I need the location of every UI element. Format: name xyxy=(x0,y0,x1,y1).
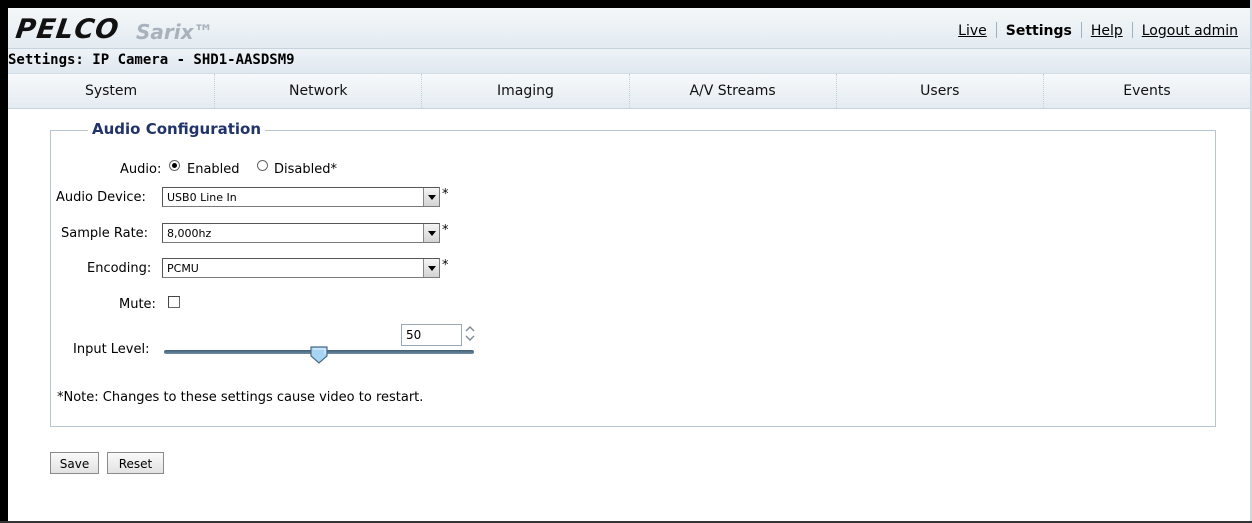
mute-checkbox[interactable] xyxy=(168,296,180,308)
window-frame-top xyxy=(0,0,1252,8)
encoding-label: Encoding: xyxy=(87,261,152,276)
nav-help-link[interactable]: Help xyxy=(1091,23,1123,39)
restart-note: *Note: Changes to these settings cause v… xyxy=(57,390,424,405)
sarix-logo: Sarix™ xyxy=(136,20,214,44)
save-button[interactable]: Save xyxy=(50,452,99,474)
audio-disabled-radio[interactable] xyxy=(257,160,268,171)
audio-label: Audio: xyxy=(120,162,162,177)
audio-enabled-radio[interactable] xyxy=(169,160,180,171)
input-level-field[interactable]: 50 xyxy=(401,324,462,346)
encoding-value: PCMU xyxy=(167,262,199,275)
app-header: PELCO Sarix™ Live Settings Help Logout admi… xyxy=(8,8,1250,48)
required-mark: * xyxy=(442,223,449,238)
sample-rate-select[interactable]: 8,000hz xyxy=(162,223,440,243)
input-level-value: 50 xyxy=(406,328,422,342)
audio-device-value: USB0 Line In xyxy=(167,191,237,204)
tab-av-streams[interactable]: A/V Streams xyxy=(630,74,837,108)
tab-imaging[interactable]: Imaging xyxy=(422,74,630,108)
tab-users[interactable]: Users xyxy=(837,74,1044,108)
nav-settings-link[interactable]: Settings xyxy=(1006,23,1072,39)
title-bar: Settings: IP Camera - SHD1-AASDSM9 xyxy=(8,48,1250,73)
tab-network[interactable]: Network xyxy=(215,74,423,108)
tab-events[interactable]: Events xyxy=(1044,74,1250,108)
chevron-down-icon[interactable] xyxy=(423,259,439,277)
reset-button[interactable]: Reset xyxy=(107,452,164,474)
nav-live-link[interactable]: Live xyxy=(958,23,987,39)
input-level-label: Input Level: xyxy=(73,342,150,357)
audio-disabled-label: Disabled* xyxy=(274,162,337,177)
mute-label: Mute: xyxy=(119,297,156,312)
encoding-select[interactable]: PCMU xyxy=(162,258,440,278)
nav-separator xyxy=(1080,22,1082,38)
page-title: Settings: IP Camera - SHD1-AASDSM9 xyxy=(8,52,295,68)
audio-device-label: Audio Device: xyxy=(56,190,146,205)
spinner-arrows-icon[interactable] xyxy=(465,324,475,344)
chevron-down-icon[interactable] xyxy=(423,188,439,206)
nav-separator xyxy=(1131,22,1133,38)
window-frame-left xyxy=(0,0,8,523)
required-mark: * xyxy=(442,258,449,273)
chevron-down-icon[interactable] xyxy=(423,224,439,242)
pelco-logo: PELCO xyxy=(13,14,122,45)
sample-rate-value: 8,000hz xyxy=(167,227,212,240)
audio-device-select[interactable]: USB0 Line In xyxy=(162,187,440,207)
top-navigation: Live Settings Help Logout admin xyxy=(958,22,1238,39)
settings-tabs: System Network Imaging A/V Streams Users… xyxy=(8,73,1250,109)
audio-configuration-legend: Audio Configuration xyxy=(88,120,266,138)
sample-rate-label: Sample Rate: xyxy=(61,226,149,241)
input-level-slider-thumb[interactable] xyxy=(310,346,328,364)
tab-system[interactable]: System xyxy=(8,74,216,108)
audio-enabled-label: Enabled xyxy=(187,162,240,177)
required-mark: * xyxy=(442,187,449,202)
nav-separator xyxy=(995,22,997,38)
nav-logout-link[interactable]: Logout admin xyxy=(1142,23,1238,39)
